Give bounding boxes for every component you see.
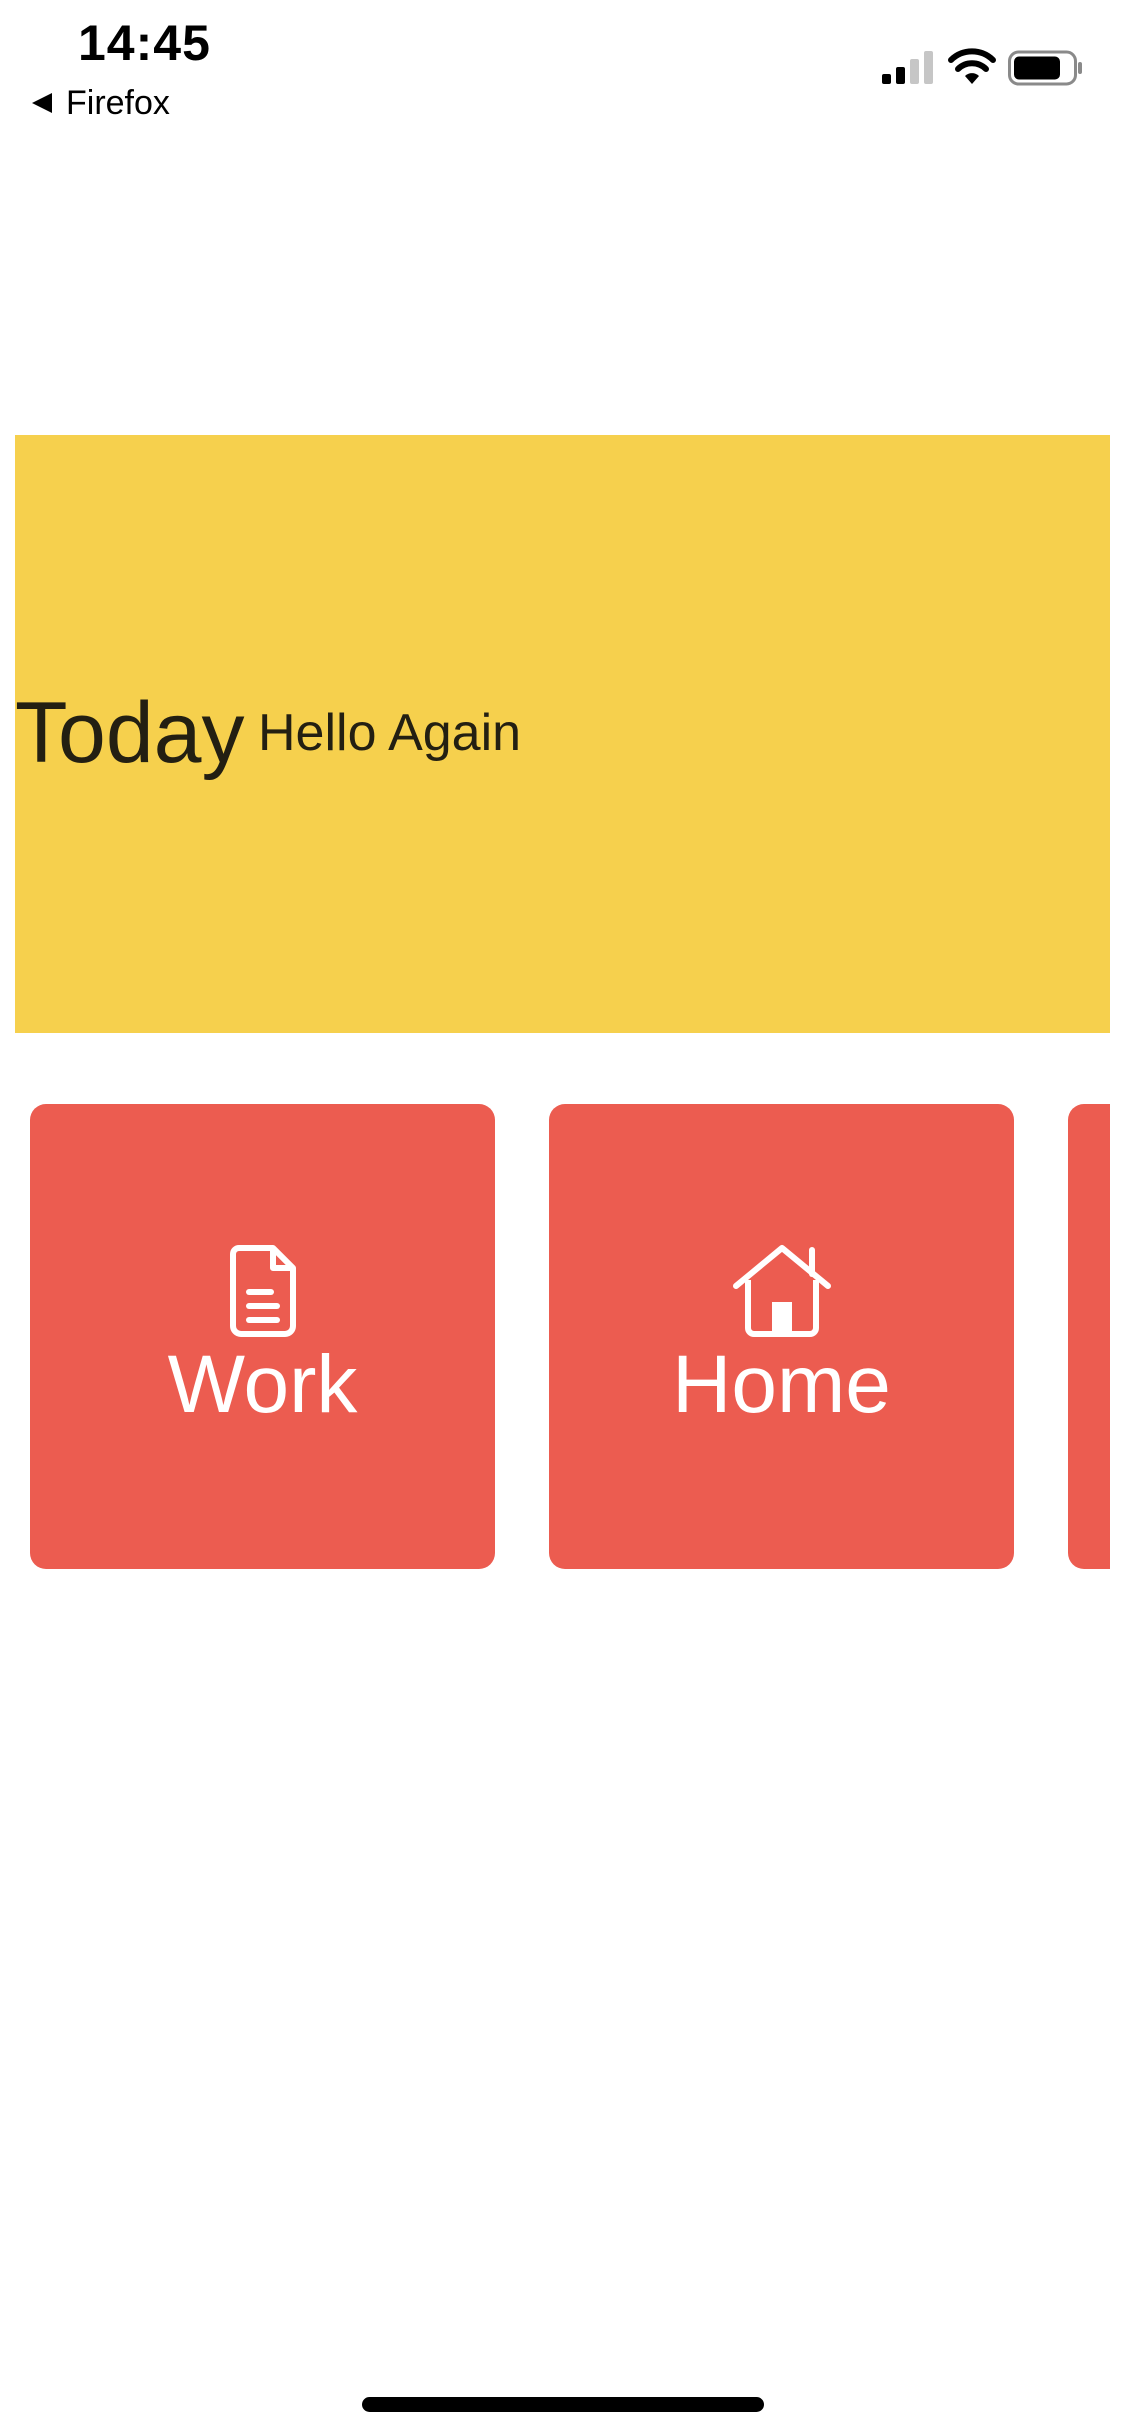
- category-card-partial[interactable]: [1068, 1104, 1110, 1569]
- wifi-icon: [948, 48, 996, 84]
- status-bar: 14:45 Firefox: [0, 0, 1125, 132]
- page-title: Today: [15, 685, 245, 781]
- back-triangle-icon: [32, 93, 52, 113]
- battery-icon: [1008, 50, 1082, 86]
- back-to-app-link[interactable]: Firefox: [30, 80, 170, 126]
- cellular-signal-icon: [882, 51, 933, 84]
- today-banner: Today Hello Again: [15, 435, 1110, 1033]
- category-carousel[interactable]: Work Home: [0, 1104, 1110, 1569]
- greeting-text: Hello Again: [258, 704, 522, 762]
- status-clock: 14:45: [78, 15, 211, 71]
- document-icon: [229, 1245, 296, 1337]
- category-label: Work: [167, 1339, 358, 1430]
- category-card-home[interactable]: Home: [549, 1104, 1014, 1569]
- home-indicator[interactable]: [362, 2397, 764, 2412]
- category-label: Home: [672, 1339, 891, 1430]
- category-card-work[interactable]: Work: [30, 1104, 495, 1569]
- back-app-label: Firefox: [66, 83, 170, 122]
- house-icon: [732, 1245, 831, 1337]
